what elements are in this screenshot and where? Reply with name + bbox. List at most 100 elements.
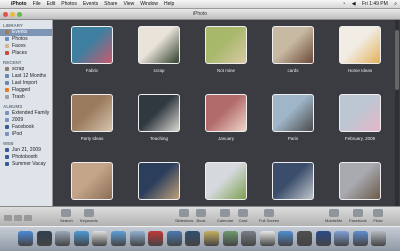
iweb-icon[interactable] [166,231,182,246]
toolbar-card-button[interactable]: Card [238,209,248,223]
event-tile[interactable] [200,160,252,206]
sidebar-item-facebook[interactable]: Facebook [0,124,52,131]
event-thumbnail[interactable] [205,94,247,132]
toolbar-flickr-button[interactable]: Flickr [373,209,383,223]
sidebar-item-scrap[interactable]: scrap [0,66,52,73]
sidebar-item-faces[interactable]: Faces [0,43,52,50]
textedit-icon[interactable] [259,231,275,246]
event-tile[interactable]: Home Ideas [334,24,386,76]
event-thumbnail[interactable] [138,26,180,64]
menu-window[interactable]: Window [140,1,158,7]
event-title[interactable]: Party Ideas [66,136,118,141]
minimize-button[interactable] [10,12,15,17]
event-tile[interactable]: January [200,92,252,144]
event-thumbnail[interactable] [71,94,113,132]
event-thumbnail[interactable] [138,94,180,132]
menu-iphoto[interactable]: iPhoto [11,1,27,7]
event-thumbnail[interactable] [71,26,113,64]
title-bar[interactable]: iPhoto [0,9,400,20]
sidebar-item-summer-vacay[interactable]: Summer Vacay [0,161,52,168]
sidebar-item-extended-family[interactable]: Extended Family [0,110,52,117]
ical-icon[interactable] [92,231,108,246]
itunes-icon[interactable] [111,231,126,246]
safari-icon[interactable] [73,231,89,246]
event-thumbnail[interactable] [138,162,180,200]
downloads-icon[interactable] [352,231,368,246]
event-tile[interactable] [267,160,319,206]
event-tile[interactable]: scrap [133,24,185,76]
event-thumbnail[interactable] [339,26,381,64]
event-title[interactable]: Teaching [133,136,185,141]
event-thumbnail[interactable] [71,162,113,200]
event-thumbnail[interactable] [339,162,381,200]
sidebar-item-photobooth[interactable]: Photobooth [0,154,52,161]
mail-icon[interactable] [55,231,71,246]
zoom-button[interactable] [17,12,22,17]
dashboard-icon[interactable] [36,231,52,246]
preview-icon[interactable] [222,231,238,246]
event-tile[interactable] [133,160,185,206]
sidebar-item-last-import[interactable]: Last Import [0,80,52,87]
photoshop-icon[interactable] [315,231,331,246]
volume-icon[interactable]: ◀ [352,1,356,7]
event-tile[interactable]: February, 2009 [334,92,386,144]
event-tile[interactable]: cards [267,24,319,76]
event-title[interactable]: scrap [133,68,185,73]
toolbar-calendar-button[interactable]: Calendar [217,209,233,223]
menu-view[interactable]: View [123,1,134,7]
event-thumbnail[interactable] [339,94,381,132]
ichat-icon[interactable] [278,231,294,246]
toolbar-keywords-button[interactable]: Keywords [80,209,98,223]
sidebar-item-ipod[interactable]: iPod [0,131,52,138]
event-thumbnail[interactable] [272,26,314,64]
toolbar-full-screen-button[interactable]: Full Screen [259,209,279,223]
sidebar-item-2009[interactable]: 2009 [0,117,52,124]
sidebar-item-jun-21-2009[interactable]: Jun 21, 2009 [0,147,52,154]
toolbar-book-button[interactable]: Book [196,209,206,223]
event-tile[interactable]: Party Ideas [66,92,118,144]
sidebar-item-events[interactable]: Events [0,29,52,36]
toolbar-search-button[interactable]: Search [60,209,73,223]
info-button[interactable] [14,215,22,221]
sidebar-item-last-12-months[interactable]: Last 12 Months [0,73,52,80]
sidebar-item-flagged[interactable]: Flagged [0,87,52,94]
event-title[interactable]: February, 2009 [334,136,386,141]
event-tile[interactable]: Teaching [133,92,185,144]
event-title[interactable]: Paris [267,136,319,141]
finder-icon[interactable] [18,231,33,246]
wifi-icon[interactable]: ◔ [342,1,345,7]
event-thumbnail[interactable] [205,162,247,200]
folder-icon[interactable] [334,231,350,246]
event-tile[interactable] [334,160,386,206]
toolbar-slideshow-button[interactable]: Slideshow [175,209,193,223]
menu-help[interactable]: Help [164,1,174,7]
event-title[interactable]: Fabric [66,68,118,73]
sidebar-item-photos[interactable]: Photos [0,36,52,43]
event-title[interactable]: cards [267,68,319,73]
toolbar-facebook-button[interactable]: Facebook [349,209,367,223]
trash-icon[interactable] [371,231,387,246]
menu-edit[interactable]: Edit [47,1,56,7]
event-thumbnail[interactable] [205,26,247,64]
slideshow-small-button[interactable] [24,215,32,221]
event-title[interactable]: Not mine [200,68,252,73]
menu-events[interactable]: Events [83,1,98,7]
calculator-icon[interactable] [297,231,312,246]
system-prefs-icon[interactable] [241,231,257,246]
menu-share[interactable]: Share [104,1,117,7]
imovie-icon[interactable] [185,231,201,246]
event-tile[interactable]: Fabric [66,24,118,76]
toolbar-mobileme-button[interactable]: MobileMe [325,209,342,223]
event-thumbnail[interactable] [272,94,314,132]
event-title[interactable]: Home Ideas [334,68,386,73]
menu-file[interactable]: File [33,1,41,7]
event-tile[interactable] [66,160,118,206]
sidebar-item-places[interactable]: Places [0,50,52,57]
spotlight-icon[interactable]: ⌕ [394,1,397,7]
sidebar-item-trash[interactable]: Trash [0,94,52,101]
close-button[interactable] [3,12,8,17]
event-tile[interactable]: Not mine [200,24,252,76]
event-tile[interactable]: Paris [267,92,319,144]
event-title[interactable]: January [200,136,252,141]
grid-scrollbar[interactable] [395,20,399,206]
